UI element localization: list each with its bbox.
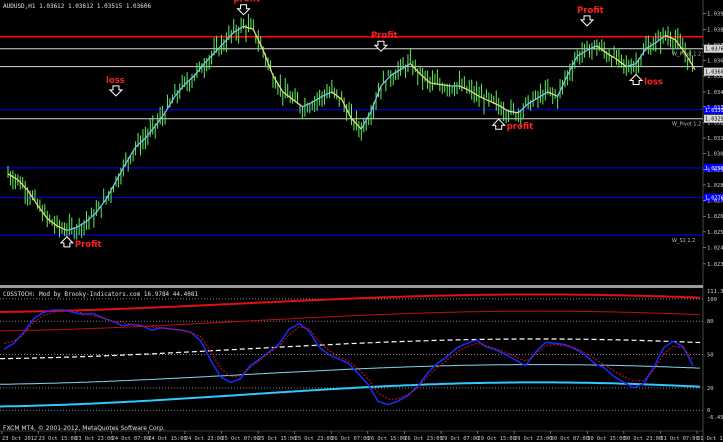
price-tick-label: 1.02845	[707, 183, 723, 189]
osc-tick-label: 111.377	[707, 289, 723, 295]
time-tick-label: 24 Oct 15:00	[148, 436, 186, 442]
annotation-label: loss	[644, 78, 663, 88]
time-tick-label: 31 Oct 15:00	[697, 436, 723, 442]
time-tick-label: 26 Oct 07:00	[331, 436, 369, 442]
price-tick-label: 1.03890	[707, 27, 723, 33]
time-tick-label: 23 Oct 15:00	[39, 436, 77, 442]
annotation-label: loss	[106, 76, 125, 86]
price-tick-label: 1.03265	[707, 120, 723, 126]
time-tick-label: 24 Oct 23:00	[185, 436, 223, 442]
price-tick-label: 1.03995	[707, 12, 723, 18]
osc-tick-label: 100	[707, 297, 717, 303]
price-tick-label: 1.03470	[707, 90, 723, 96]
price-tick-label: 1.02530	[707, 230, 723, 236]
annotation-label: profit	[507, 122, 533, 132]
annotation-label: Profit	[371, 31, 398, 41]
price-tick-label: 1.03055	[707, 152, 723, 158]
osc-tick-label: 80	[707, 319, 714, 325]
level-label: W_S1 1.2	[672, 238, 695, 244]
osc-tick-label: 50	[707, 353, 714, 359]
symbol-info: AUDUSD,H1 1.03612 1.03612 1.03515 1.0360…	[3, 3, 151, 10]
osc-tick-label: -6.4595	[707, 415, 723, 421]
trading-chart[interactable]: W_Pivot 1.2W_Pivot 1.2W_S1 1.21.037601.0…	[0, 0, 723, 442]
time-tick-label: 26 Oct 15:00	[368, 436, 406, 442]
time-tick-label: 24 Oct 07:00	[112, 436, 150, 442]
time-tick-label: 30 Oct 07:00	[551, 436, 589, 442]
osc-tick-label: 20	[707, 386, 714, 392]
time-tick-label: 25 Oct 15:00	[258, 436, 296, 442]
price-tick-label: 1.02315	[707, 262, 723, 268]
time-tick-label: 23 Oct 2012	[2, 436, 37, 442]
price-tick-label: 1.03785	[707, 43, 723, 49]
time-tick-label: 29 Oct 07:00	[441, 436, 479, 442]
annotation-label: Profit	[577, 6, 604, 16]
osc-tick-label: 0	[707, 408, 710, 414]
price-tick-label: 1.02740	[707, 199, 723, 205]
price-tick-label: 1.03680	[707, 59, 723, 65]
time-tick-label: 29 Oct 15:00	[478, 436, 516, 442]
time-tick-label: 29 Oct 23:00	[514, 436, 552, 442]
price-tick-label: 1.02425	[707, 246, 723, 252]
time-tick-label: 23 Oct 23:00	[75, 436, 113, 442]
price-tick-label: 1.03370	[707, 105, 723, 111]
time-tick-label: 25 Oct 07:00	[221, 436, 259, 442]
time-tick-label: 25 Oct 23:00	[295, 436, 333, 442]
price-tick-label: 1.03160	[707, 136, 723, 142]
annotation-label: profit	[234, 0, 260, 5]
time-tick-label: 31 Oct 07:00	[660, 436, 698, 442]
time-tick-label: 26 Oct 23:00	[404, 436, 442, 442]
annotation-label: Profit	[75, 240, 102, 250]
copyright-footer: FXCM MT4, © 2001-2012, MetaQuotes Softwa…	[3, 425, 165, 432]
time-tick-label: 30 Oct 23:00	[624, 436, 662, 442]
panel-splitter[interactable]	[0, 285, 703, 288]
time-tick-label: 30 Oct 15:00	[587, 436, 625, 442]
indicator-title: COSSTOCH: Mod by Brooky-Indicators.com 1…	[3, 291, 198, 298]
price-tick-label: 1.02635	[707, 214, 723, 220]
price-tick-label: 1.02950	[707, 167, 723, 173]
price-tick-label: 1.03576	[707, 74, 723, 80]
level-label: W_Pivot 1.2	[672, 122, 701, 128]
